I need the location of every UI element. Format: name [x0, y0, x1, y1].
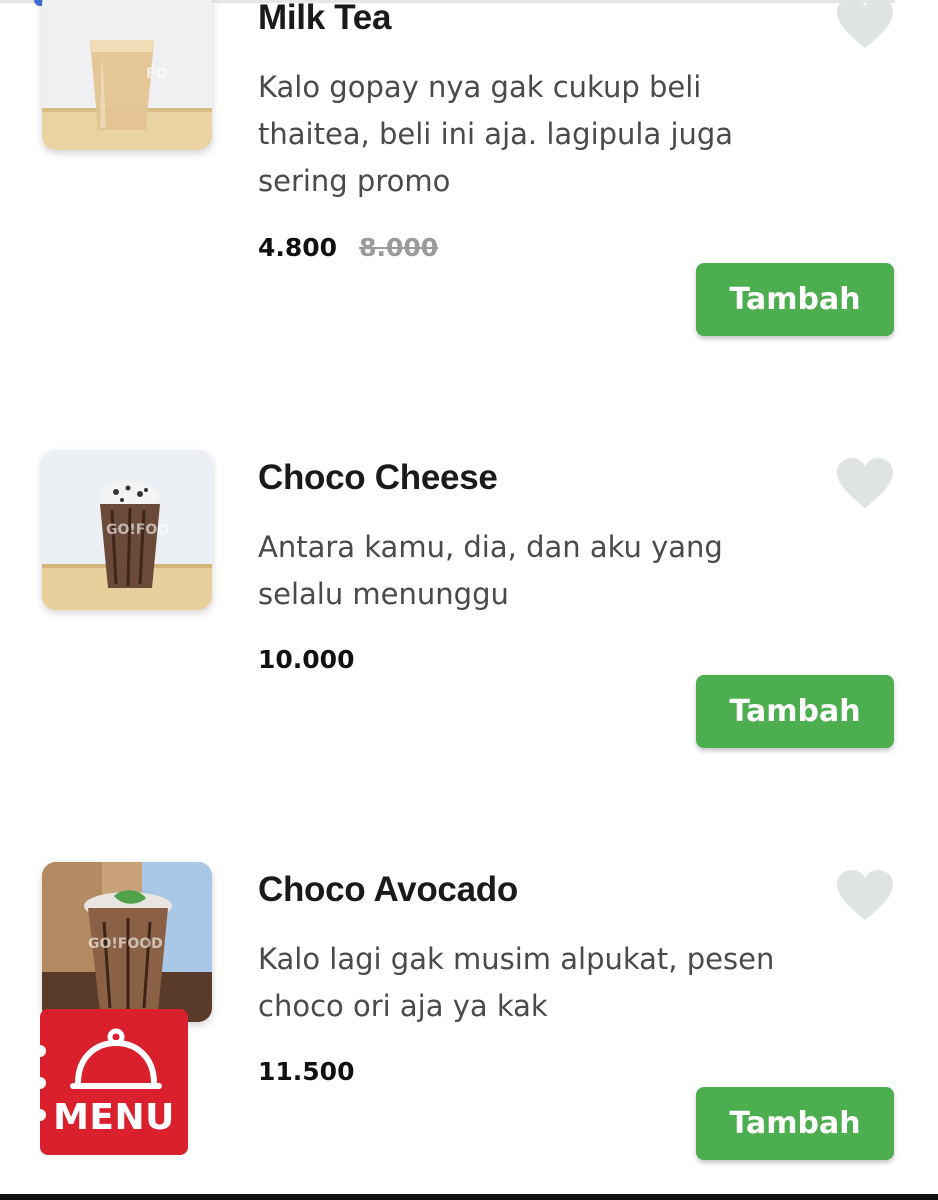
- item-description: Kalo gopay nya gak cukup beli thaitea, b…: [258, 70, 734, 198]
- price-row: 10.000: [258, 645, 354, 674]
- bottom-edge: [0, 1194, 938, 1200]
- item-description: Kalo lagi gak musim alpukat, pesen choco…: [258, 942, 775, 1023]
- item-name: Milk Tea: [258, 0, 392, 37]
- heart-icon[interactable]: [836, 458, 894, 510]
- item-price: 4.800: [258, 233, 338, 262]
- price-row: 4.800 8.000: [258, 233, 438, 262]
- menu-label: MENU: [53, 1097, 175, 1138]
- svg-text:FO: FO: [146, 66, 168, 82]
- menu-item-milk-tea: FO Milk Tea Kalo gopay nya gak cukup bel…: [0, 0, 938, 336]
- add-button[interactable]: Tambah: [696, 1087, 894, 1160]
- menu-item-choco-cheese: GO!FOO Choco Cheese Antara kamu, dia, da…: [0, 420, 938, 780]
- item-original-price: 8.000: [359, 233, 439, 262]
- choco-avocado-image[interactable]: GO!FOOD: [42, 862, 212, 1022]
- item-name: Choco Avocado: [258, 870, 518, 909]
- heart-icon[interactable]: [836, 0, 894, 50]
- menu-badge-button[interactable]: MENU: [34, 1009, 188, 1155]
- item-price: 10.000: [258, 645, 355, 674]
- item-name: Choco Cheese: [258, 458, 498, 497]
- item-price: 11.500: [258, 1057, 355, 1086]
- svg-text:GO!FOOD: GO!FOOD: [88, 936, 163, 952]
- price-row: 11.500: [258, 1057, 354, 1086]
- badge-notch: [34, 1077, 46, 1089]
- milk-tea-image[interactable]: FO: [42, 0, 212, 150]
- item-description: Antara kamu, dia, dan aku yang selalu me…: [258, 530, 723, 611]
- badge-notch: [34, 1045, 46, 1057]
- cloche-icon: [70, 1028, 162, 1089]
- add-button[interactable]: Tambah: [696, 675, 894, 748]
- svg-text:GO!FOO: GO!FOO: [106, 522, 169, 538]
- choco-cheese-image[interactable]: GO!FOO: [42, 450, 212, 610]
- heart-icon[interactable]: [836, 870, 894, 922]
- add-button[interactable]: Tambah: [696, 263, 894, 336]
